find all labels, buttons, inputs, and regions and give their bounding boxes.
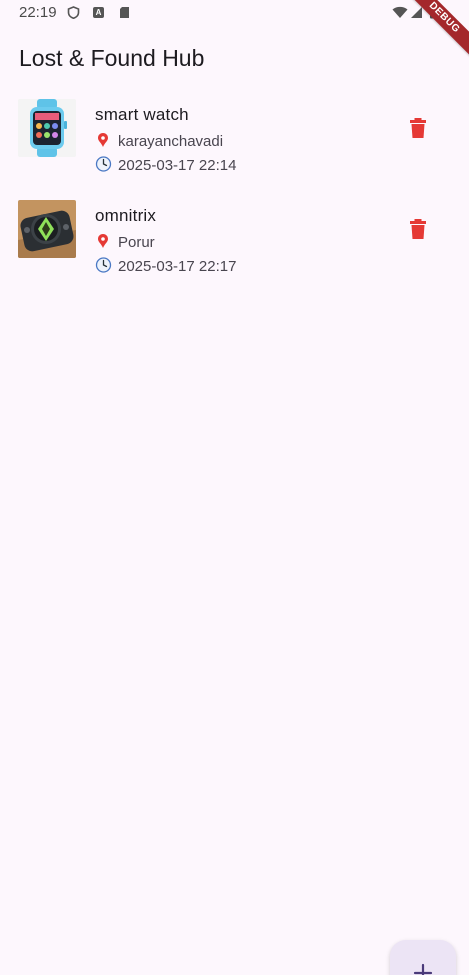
item-location: Porur: [95, 233, 155, 251]
plus-icon: [413, 963, 433, 975]
signal-icon: [411, 7, 422, 18]
pin-icon: [98, 234, 108, 248]
delete-button[interactable]: [403, 214, 433, 244]
app-title: Lost & Found Hub: [19, 45, 205, 71]
item-location-text: Porur: [118, 234, 155, 251]
shield-icon: [67, 6, 80, 19]
trash-icon: [410, 118, 426, 138]
a-icon: A: [93, 7, 104, 18]
add-item-fab[interactable]: [390, 940, 456, 975]
pin-icon: [98, 133, 108, 147]
item-timestamp: 2025-03-17 22:14: [95, 156, 236, 174]
status-bar: 22:19 A: [0, 0, 469, 26]
sd-card-icon: [120, 7, 129, 18]
item-timestamp: 2025-03-17 22:17: [95, 257, 236, 275]
app-screen: 22:19 A DEBUG Lost & Found Hub smart wat…: [0, 0, 469, 975]
smart-watch-thumbnail: [18, 99, 76, 157]
item-location-text: karayanchavadi: [118, 133, 224, 150]
item-list: smart watch karayanchavadi 2025-03-17 22…: [0, 95, 469, 297]
clock-icon: [95, 257, 112, 273]
trash-icon: [410, 219, 426, 239]
list-item[interactable]: smart watch karayanchavadi 2025-03-17 22…: [0, 95, 469, 196]
item-title: smart watch: [95, 105, 189, 124]
item-timestamp-text: 2025-03-17 22:14: [118, 157, 237, 174]
delete-button[interactable]: [403, 113, 433, 143]
clock-icon: [95, 156, 112, 172]
list-item[interactable]: omnitrix Porur 2025-03-17 22:17: [0, 196, 469, 297]
item-title: omnitrix: [95, 206, 157, 225]
item-location: karayanchavadi: [95, 132, 223, 150]
item-timestamp-text: 2025-03-17 22:17: [118, 258, 237, 275]
status-time: 22:19: [19, 4, 57, 21]
omnitrix-thumbnail: [18, 200, 76, 258]
wifi-icon: [392, 6, 408, 18]
